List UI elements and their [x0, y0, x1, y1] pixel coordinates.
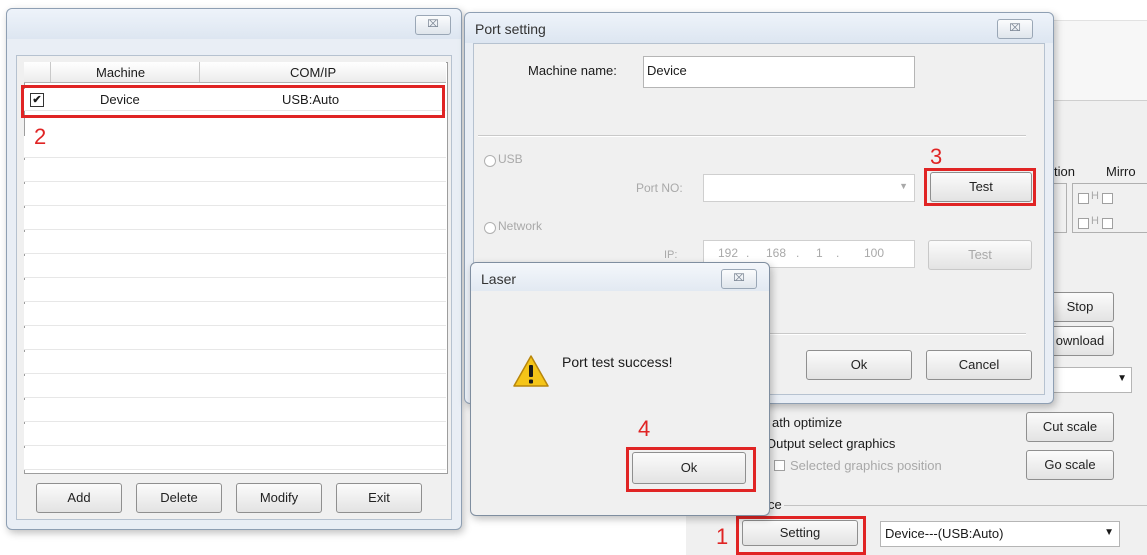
device-select[interactable]: Device---(USB:Auto) ▼ [880, 521, 1120, 547]
table-row-empty [24, 400, 446, 422]
table-row-empty [24, 256, 446, 278]
column-header-mirror: Mirro [1106, 164, 1136, 179]
step-1-number: 1 [716, 524, 729, 549]
mirror-h-label-1: H [1091, 190, 1099, 202]
device-select-value: Device---(USB:Auto) [885, 526, 1004, 541]
usb-radio[interactable] [484, 155, 496, 167]
table-row-empty [24, 184, 446, 206]
machine-name-field[interactable]: Device [643, 56, 915, 88]
ip-octet-4: 100 [864, 246, 885, 260]
table-row-empty [24, 304, 446, 326]
header-separator [199, 62, 200, 82]
exit-button[interactable]: Exit [336, 483, 422, 513]
step-4-number: 4 [638, 416, 651, 441]
table-row-empty [24, 352, 446, 374]
step-2-number: 2 [34, 124, 47, 149]
table-row-empty [24, 160, 446, 182]
mirror-h-checkbox-1[interactable] [1078, 193, 1089, 204]
header-com-ip[interactable]: COM/IP [290, 65, 336, 80]
output-select-graphics-label[interactable]: Output select graphics [766, 436, 895, 451]
ip-dot-2: . [796, 246, 800, 260]
table-row-empty [24, 376, 446, 398]
path-optimize-label[interactable]: ath optimize [772, 415, 842, 430]
mirror-v-checkbox-1[interactable] [1102, 193, 1113, 204]
chevron-down-icon: ▼ [1117, 373, 1127, 384]
port-test-message: Port test success! [562, 354, 673, 370]
port-no-select[interactable]: ▼ [703, 174, 915, 202]
chevron-down-icon: ▼ [1104, 527, 1114, 538]
header-check-column [50, 62, 51, 82]
step-2-highlight [21, 85, 445, 118]
selected-graphics-position-checkbox[interactable] [774, 460, 785, 471]
laser-dialog-title: Laser [481, 271, 517, 287]
close-icon[interactable]: ⌧ [721, 269, 757, 289]
divider [770, 333, 1026, 335]
delete-button[interactable]: Delete [136, 483, 222, 513]
table-row-empty [24, 448, 446, 470]
cut-scale-button[interactable]: Cut scale [1026, 412, 1114, 442]
column-header-position: tion [1054, 164, 1075, 179]
ip-octet-3: 1 [816, 246, 823, 260]
table-row-empty [24, 232, 446, 254]
ip-dot-3: . [836, 246, 840, 260]
network-label: Network [498, 219, 543, 233]
close-icon[interactable]: ⌧ [997, 19, 1033, 39]
go-scale-button[interactable]: Go scale [1026, 450, 1114, 480]
add-button[interactable]: Add [36, 483, 122, 513]
step-1-highlight [736, 516, 866, 555]
machine-list-titlebar [7, 9, 461, 39]
step-3-number: 3 [930, 144, 943, 169]
machine-name-label: Machine name: [528, 63, 617, 78]
stop-button[interactable]: Stop [1046, 292, 1114, 322]
ip-dot-1: . [746, 246, 750, 260]
mirror-h-checkbox-2[interactable] [1078, 218, 1089, 229]
usb-label: USB [498, 152, 523, 166]
background-dropdown[interactable]: ▼ [1046, 367, 1132, 393]
port-setting-titlebar [465, 13, 1053, 43]
network-radio[interactable] [484, 222, 496, 234]
header-machine[interactable]: Machine [96, 65, 145, 80]
table-row-empty [24, 208, 446, 230]
step-3-highlight [924, 168, 1036, 206]
table-row-empty [24, 280, 446, 302]
selected-graphics-position-label: Selected graphics position [790, 458, 942, 473]
ip-label: IP: [664, 249, 678, 261]
divider [478, 135, 1026, 137]
machine-name-value: Device [647, 63, 687, 78]
port-setting-title: Port setting [475, 21, 546, 37]
modify-button[interactable]: Modify [236, 483, 322, 513]
table-row-empty [24, 328, 446, 350]
mirror-h-label-2: H [1091, 215, 1099, 227]
chevron-down-icon: ▼ [899, 181, 908, 191]
network-test-button[interactable]: Test [928, 240, 1032, 270]
table-row-empty [24, 136, 446, 158]
port-cancel-button[interactable]: Cancel [926, 350, 1032, 380]
download-button[interactable]: ownload [1046, 326, 1114, 356]
warning-icon [513, 355, 549, 387]
ip-octet-2: 168 [766, 246, 787, 260]
port-ok-button[interactable]: Ok [806, 350, 912, 380]
port-no-label: Port NO: [636, 181, 683, 195]
step-4-highlight [626, 447, 756, 492]
machine-grid-header: Machine COM/IP [24, 62, 446, 83]
ip-octet-1: 192 [718, 246, 739, 260]
table-row-empty [24, 424, 446, 446]
close-icon[interactable]: ⌧ [415, 15, 451, 35]
mirror-v-checkbox-2[interactable] [1102, 218, 1113, 229]
